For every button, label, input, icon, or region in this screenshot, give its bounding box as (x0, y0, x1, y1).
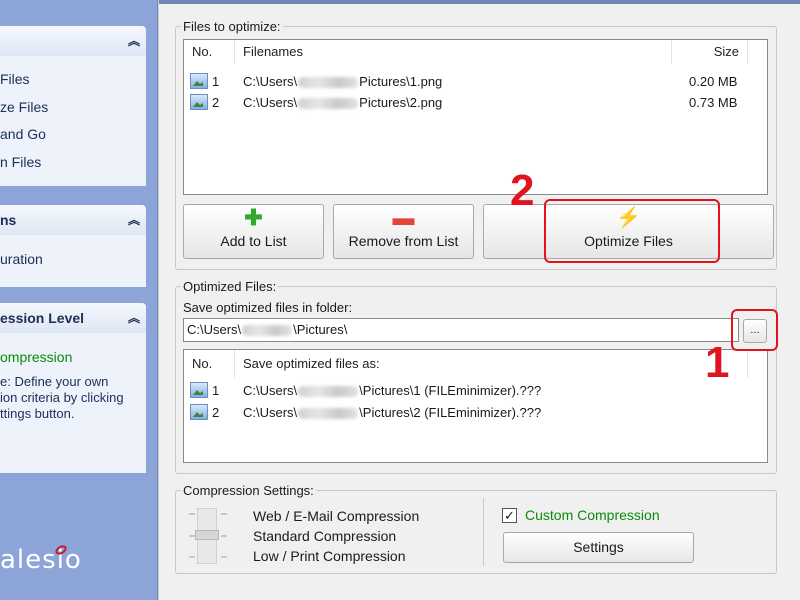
col-save-as[interactable]: Save optimized files as: (235, 350, 748, 378)
settings-button[interactable]: Settings (503, 532, 694, 563)
file-no: 1 (212, 74, 220, 89)
optimized-files-list[interactable]: No. Save optimized files as: 1 C:\Users\… (183, 349, 768, 463)
col-no[interactable]: No. (184, 40, 235, 64)
slider-tick (189, 535, 195, 537)
level-web[interactable]: Web / E-Mail Compression (253, 508, 419, 524)
col-size[interactable]: Size (672, 40, 748, 64)
path-prefix: C:\Users\ (243, 74, 298, 89)
optimized-row[interactable]: 1 C:\Users\ \Pictures\1 (FILEminimizer).?… (184, 381, 767, 401)
panel3-body: ompression e: Define your own ion criter… (0, 333, 146, 473)
panel1-item-1[interactable]: Files (0, 71, 30, 87)
panel1-header[interactable]: ︽ (0, 26, 146, 56)
collapse-chevron-icon[interactable]: ︽ (128, 211, 140, 228)
optimized-path: C:\Users\ \Pictures\1 (FILEminimizer).??? (243, 383, 541, 398)
files-group-legend: Files to optimize: (181, 19, 283, 34)
col-no[interactable]: No. (184, 350, 235, 378)
panel3-desc-3: ttings button. (0, 406, 75, 421)
col-filenames[interactable]: Filenames (235, 40, 672, 64)
compression-slider-thumb[interactable] (195, 530, 219, 540)
main-panel: Files to optimize: No. Filenames Size 1 … (158, 0, 800, 600)
brand-logo-text: alesio (0, 545, 82, 575)
path-suffix: Pictures\2.png (359, 95, 443, 110)
file-path: C:\Users\ Pictures\2.png (243, 95, 442, 110)
group-divider (483, 498, 484, 566)
panel3-desc-1: e: Define your own (0, 374, 109, 389)
file-row[interactable]: 2 C:\Users\ Pictures\2.png 0.73 MB (184, 93, 767, 113)
annotation-number-2: 2 (510, 166, 535, 215)
redacted-username (298, 386, 359, 398)
collapse-chevron-icon[interactable]: ︽ (128, 309, 140, 326)
panel3-title: ession Level (0, 310, 85, 326)
file-size: 0.20 MB (689, 74, 738, 89)
level-low[interactable]: Low / Print Compression (253, 548, 406, 564)
panel1-item-4[interactable]: n Files (0, 154, 41, 170)
remove-from-list-button[interactable]: ▬ Remove from List (333, 204, 474, 259)
level-standard[interactable]: Standard Compression (253, 528, 396, 544)
file-row[interactable]: 1 C:\Users\ Pictures\1.png 0.20 MB (184, 72, 767, 92)
image-file-icon (190, 73, 208, 89)
panel3-desc-2: ion criteria by clicking (0, 390, 124, 405)
custom-compression-label[interactable]: Custom Compression (525, 507, 660, 523)
panel2-title: ns (0, 212, 17, 228)
panel2-item-1[interactable]: uration (0, 251, 43, 267)
slider-tick (221, 556, 227, 558)
panel3-mode: ompression (0, 349, 73, 365)
files-list-header: No. Filenames Size (184, 40, 767, 64)
redacted-username (298, 98, 359, 110)
redacted-username (242, 325, 293, 337)
path-prefix: C:\Users\ (243, 383, 298, 398)
minus-icon: ▬ (392, 205, 415, 230)
collapse-chevron-icon[interactable]: ︽ (128, 32, 140, 49)
panel2-header[interactable]: ns ︽ (0, 205, 146, 235)
add-to-list-label: Add to List (220, 233, 287, 249)
path-prefix: C:\Users\ (243, 95, 298, 110)
file-path: C:\Users\ Pictures\1.png (243, 74, 442, 89)
optimized-row[interactable]: 2 C:\Users\ \Pictures\2 (FILEminimizer).?… (184, 403, 767, 423)
remove-from-list-label: Remove from List (348, 233, 459, 249)
optimized-no: 1 (212, 383, 220, 398)
panel3-header[interactable]: ession Level ︽ (0, 303, 146, 333)
folder-prefix: C:\Users\ (187, 322, 242, 337)
optimized-no: 2 (212, 405, 220, 420)
path-prefix: C:\Users\ (243, 405, 298, 420)
panel1-item-2[interactable]: ze Files (0, 99, 48, 115)
panel2-body: uration (0, 235, 146, 287)
compression-slider[interactable] (195, 508, 219, 564)
highlight-browse-box (731, 309, 778, 351)
redacted-username (298, 77, 359, 89)
path-suffix: Pictures\1.png (359, 74, 443, 89)
file-no: 2 (212, 95, 220, 110)
file-size: 0.73 MB (689, 95, 738, 110)
save-folder-input[interactable]: C:\Users\ \Pictures\ (183, 318, 739, 342)
optimized-path: C:\Users\ \Pictures\2 (FILEminimizer).??? (243, 405, 541, 420)
image-file-icon (190, 404, 208, 420)
plus-icon: ✚ (244, 205, 263, 230)
slider-tick (189, 513, 195, 515)
task-pane: ︽ Files ze Files and Go n Files ns ︽ ura… (0, 0, 158, 600)
slider-tick (221, 535, 227, 537)
custom-compression-checkbox[interactable]: ✓ (502, 508, 517, 523)
slider-tick (189, 556, 195, 558)
panel1-body: Files ze Files and Go n Files (0, 56, 146, 186)
optimized-group-legend: Optimized Files: (181, 279, 279, 294)
path-suffix: \Pictures\2 (FILEminimizer).??? (359, 405, 542, 420)
panel1-item-3[interactable]: and Go (0, 126, 46, 142)
highlight-optimize-box (544, 199, 720, 263)
slider-tick (221, 513, 227, 515)
add-to-list-button[interactable]: ✚ Add to List (183, 204, 324, 259)
files-list[interactable]: No. Filenames Size 1 C:\Users\ Pictures\1… (183, 39, 768, 195)
path-suffix: \Pictures\1 (FILEminimizer).??? (359, 383, 542, 398)
redacted-username (298, 408, 359, 420)
annotation-number-1: 1 (705, 338, 730, 387)
optimized-list-header: No. Save optimized files as: (184, 350, 767, 378)
image-file-icon (190, 94, 208, 110)
save-folder-label: Save optimized files in folder: (183, 300, 353, 315)
brand-logo: alesio (0, 545, 82, 575)
top-border (159, 0, 800, 4)
compression-group-legend: Compression Settings: (181, 483, 316, 498)
folder-suffix: \Pictures\ (293, 322, 348, 337)
image-file-icon (190, 382, 208, 398)
